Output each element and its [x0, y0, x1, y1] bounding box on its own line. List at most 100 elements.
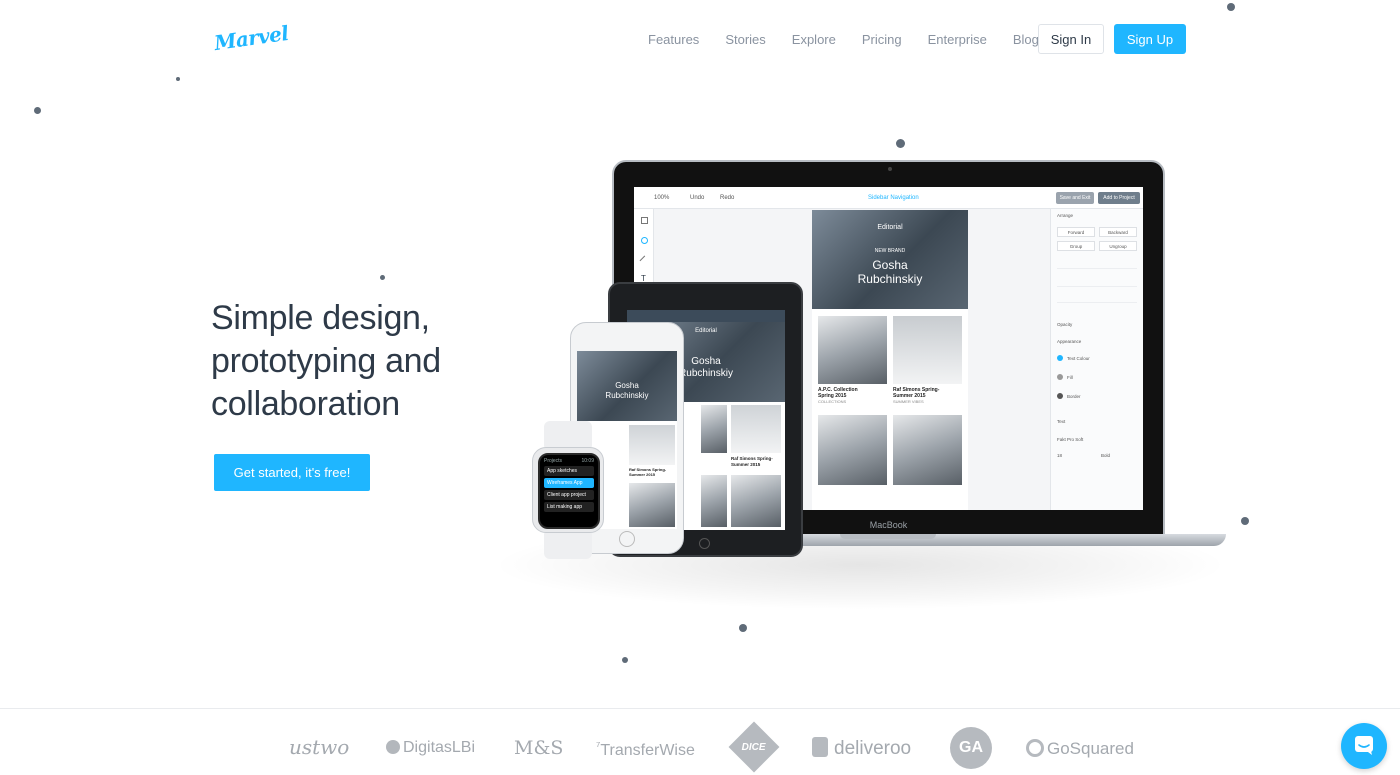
- client-logo-digitaslbi: DigitasLBi: [386, 739, 475, 757]
- client-logo-ustwo: ustwo: [289, 735, 350, 759]
- font-name: Fakt Pro Soft: [1057, 437, 1084, 442]
- client-name: deliveroo: [834, 738, 912, 759]
- watch-list-item-active: Wireframes App: [544, 478, 594, 488]
- chat-icon: [1355, 736, 1373, 755]
- nav-explore[interactable]: Explore: [792, 32, 836, 47]
- forward-label: Forward: [1057, 227, 1095, 237]
- nav-pricing[interactable]: Pricing: [862, 32, 902, 47]
- border-swatch: [1057, 393, 1063, 399]
- align-row: [1057, 259, 1137, 269]
- app-toolbar: 100% Undo Redo Sidebar Navigation Save a…: [634, 187, 1143, 209]
- position-row: [1057, 277, 1137, 287]
- photo-thumb: [818, 415, 887, 485]
- line-tool-icon: [639, 255, 650, 266]
- chat-launcher-button[interactable]: [1341, 723, 1387, 769]
- apple-watch-illustration: Projects 10:09 App sketches Wireframes A…: [532, 421, 604, 559]
- appearance-label: Appearance: [1057, 339, 1082, 344]
- photo-thumb: [893, 415, 962, 485]
- watch-list-item: App sketches: [544, 466, 594, 476]
- editorial-name: Gosha Rubchinskiy: [812, 258, 968, 286]
- caption-line: Summer 2015: [629, 472, 656, 477]
- caption-line: Summer 2015: [731, 462, 761, 467]
- undo-label: Undo: [690, 195, 705, 201]
- client-logo-deliveroo: deliveroo: [812, 737, 911, 760]
- decorative-dot: [739, 624, 747, 632]
- name-line: Rubchinskiy: [857, 272, 923, 286]
- client-name: TransferWise: [600, 742, 695, 759]
- zoom-level: 100%: [654, 195, 670, 201]
- photo-thumb: [731, 475, 781, 527]
- hero-heading-line: Simple design,: [211, 299, 430, 337]
- photo-thumb: [701, 475, 727, 527]
- nav-stories[interactable]: Stories: [725, 32, 765, 47]
- backward-label: Backward: [1099, 227, 1137, 237]
- editorial-header: Editorial: [877, 224, 903, 231]
- editorial-kicker: NEW BRAND: [874, 248, 906, 254]
- group-label: Group: [1057, 241, 1095, 251]
- watch-band-bottom: [544, 529, 592, 559]
- top-nav: Features Stories Explore Pricing Enterpr…: [648, 24, 1065, 54]
- collection-caption: A.P.C. Collection Spring 2015 COLLECTION…: [818, 387, 858, 405]
- hero-heading: Simple design, prototyping and collabora…: [211, 297, 511, 426]
- sunglasses-photo: [731, 405, 781, 453]
- size-row: [1057, 293, 1137, 303]
- arrange-label: Arrange: [1057, 213, 1074, 218]
- name-line: Gosha: [691, 356, 721, 367]
- caption-line: Raf Simons Spring-: [731, 456, 773, 461]
- marvel-logo[interactable]: Marvel: [213, 21, 290, 55]
- decorative-dot: [622, 657, 628, 663]
- sign-up-button[interactable]: Sign Up: [1114, 24, 1186, 54]
- watch-title: Projects: [544, 458, 563, 464]
- watch-list-item: Client app project: [544, 490, 594, 500]
- text-tool-icon: T: [641, 274, 646, 283]
- hero-heading-line: collaboration: [211, 385, 400, 423]
- editorial-hero-image: Editorial NEW BRAND Gosha Rubchinskiy: [812, 210, 968, 309]
- client-logo-transferwise: ⁷TransferWise: [596, 739, 695, 760]
- decorative-dot: [1241, 517, 1249, 525]
- save-exit-label: Save and Exit: [1056, 192, 1094, 204]
- name-line: Rubchinskiy: [679, 368, 733, 379]
- camera-dot: [888, 167, 892, 171]
- sign-in-button[interactable]: Sign In: [1038, 24, 1104, 54]
- iphone-hero-image: Gosha Rubchinskiy: [577, 351, 677, 421]
- watch-screen: Projects 10:09 App sketches Wireframes A…: [538, 453, 600, 529]
- hero-heading-line: prototyping and: [211, 342, 441, 380]
- oval-tool-icon: [641, 237, 648, 244]
- nav-blog[interactable]: Blog: [1013, 32, 1039, 47]
- home-button-icon: [619, 531, 635, 547]
- decorative-dot: [896, 139, 905, 148]
- ipad-app-bar: [627, 310, 785, 322]
- name-line: Rubchinskiy: [605, 391, 649, 400]
- digitas-mark-icon: [386, 740, 400, 754]
- add-to-project-label: Add to Project: [1098, 192, 1140, 204]
- decorative-dot: [380, 275, 385, 280]
- caption-tag: COLLECTIONS: [818, 399, 847, 404]
- fill-swatch: [1057, 374, 1063, 380]
- opacity-label: Opacity: [1057, 322, 1073, 327]
- decorative-dot: [34, 107, 41, 114]
- raf-simons-caption: Raf Simons Spring- Summer 2015 SUMMER VI…: [893, 387, 939, 405]
- properties-panel: Arrange Forward Backward Group Ungroup O…: [1050, 209, 1143, 510]
- nav-features[interactable]: Features: [648, 32, 699, 47]
- macbook-notch: [840, 534, 936, 539]
- client-logo-dice: DICE: [728, 721, 780, 773]
- nav-enterprise[interactable]: Enterprise: [928, 32, 987, 47]
- collection-photo: [818, 316, 887, 384]
- text-colour-label: Text Colour: [1067, 356, 1090, 361]
- watch-time: 10:09: [581, 458, 594, 464]
- sunglasses-photo: [893, 316, 962, 384]
- ungroup-label: Ungroup: [1099, 241, 1137, 251]
- client-name: DigitasLBi: [403, 739, 476, 756]
- caption-tag: SUMMER VIBES: [893, 399, 924, 404]
- client-name: DICE: [742, 741, 766, 753]
- editorial-artboard: Editorial NEW BRAND Gosha Rubchinskiy A.…: [812, 210, 968, 510]
- photo-thumb: [701, 405, 727, 453]
- gosquared-mark-icon: [1026, 739, 1044, 757]
- watch-body: Projects 10:09 App sketches Wireframes A…: [532, 447, 604, 533]
- text-colour-swatch: [1057, 355, 1063, 361]
- get-started-button[interactable]: Get started, it's free!: [214, 454, 370, 491]
- client-logo-ga: GA: [950, 727, 992, 769]
- border-label: Border: [1067, 394, 1081, 399]
- client-name: GoSquared: [1047, 739, 1134, 758]
- decorative-dot: [176, 77, 180, 81]
